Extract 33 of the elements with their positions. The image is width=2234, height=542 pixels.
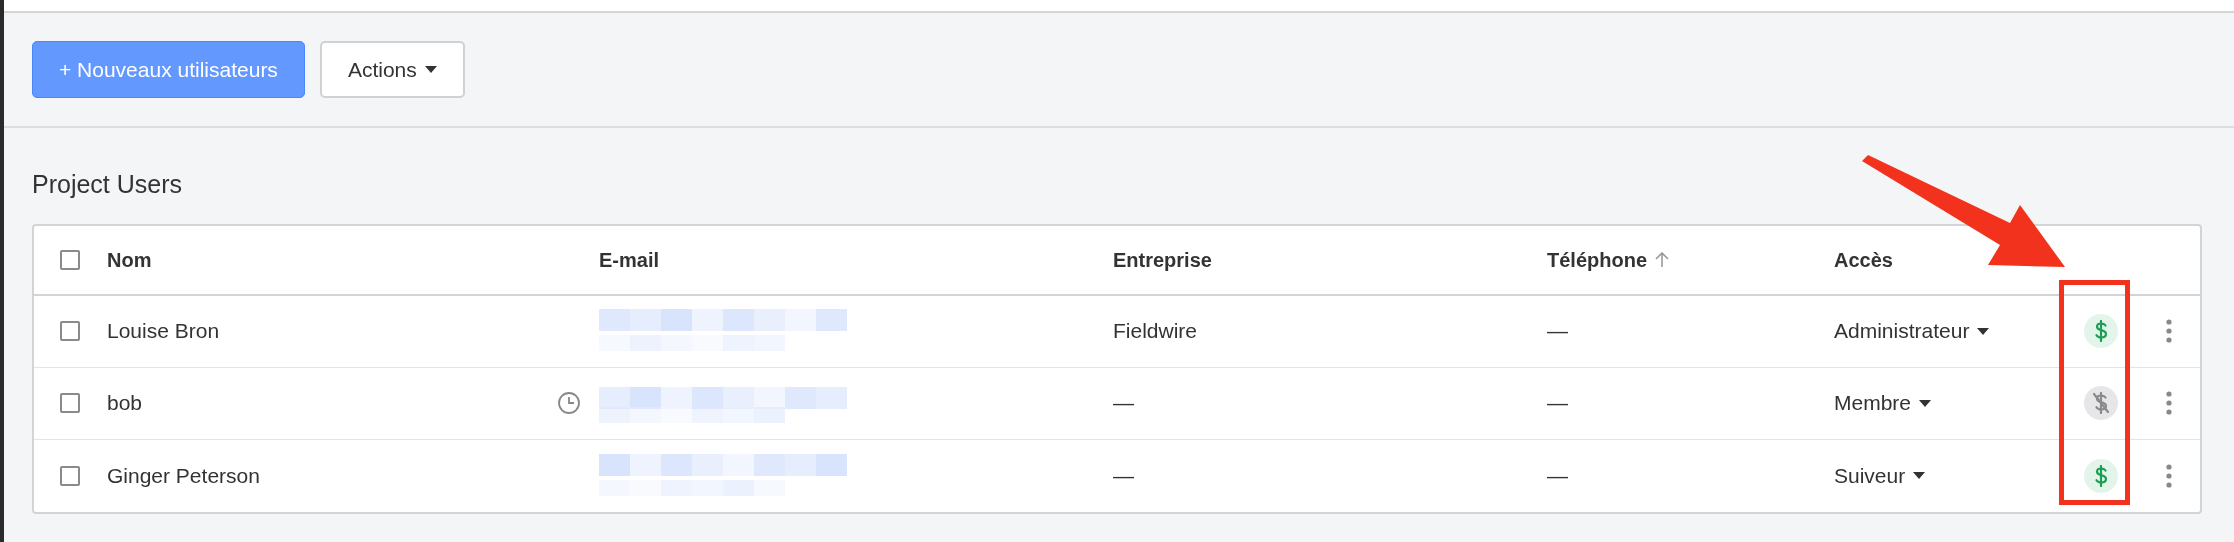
checkbox[interactable]	[60, 465, 80, 486]
company-text: —	[1113, 390, 1135, 417]
caret-icon	[1913, 472, 1926, 479]
access-dropdown[interactable]: Suiveur	[1834, 459, 1926, 492]
user-name: Ginger Peterson	[107, 462, 260, 489]
column-header[interactable]: Téléphone	[1547, 244, 1647, 275]
company-text: —	[1113, 462, 1135, 489]
checkbox[interactable]	[60, 249, 80, 270]
phone-text: —	[1547, 390, 1569, 417]
crossed-dollar-icon[interactable]	[2084, 386, 2118, 420]
dollar-icon[interactable]	[2084, 458, 2118, 493]
access-dropdown[interactable]: Membre	[1834, 387, 1932, 419]
user-name: bob	[107, 390, 143, 417]
more-icon[interactable]	[2165, 391, 2172, 415]
more-icon[interactable]	[2165, 319, 2172, 343]
dollar-icon[interactable]	[2084, 314, 2118, 348]
user-name: Louise Bron	[107, 318, 220, 345]
column-header[interactable]: E-mail	[599, 244, 660, 275]
company-text: Fieldwire	[1113, 318, 1199, 345]
column-header[interactable]: Accès	[1834, 244, 1893, 275]
phone-text: —	[1547, 318, 1569, 345]
caret-icon	[1977, 327, 1990, 335]
section-title: Project Users	[32, 169, 184, 200]
checkbox[interactable]	[60, 393, 80, 413]
column-header[interactable]: Nom	[107, 244, 152, 275]
caret-icon	[1919, 399, 1932, 407]
actions-button[interactable]: Actions	[319, 41, 465, 98]
phone-text: —	[1547, 462, 1569, 489]
caret-icon	[424, 66, 437, 73]
checkbox[interactable]	[60, 321, 80, 341]
access-dropdown[interactable]: Administrateur	[1834, 315, 1990, 347]
more-icon[interactable]	[2165, 463, 2172, 488]
column-header[interactable]: Entreprise	[1113, 244, 1212, 275]
